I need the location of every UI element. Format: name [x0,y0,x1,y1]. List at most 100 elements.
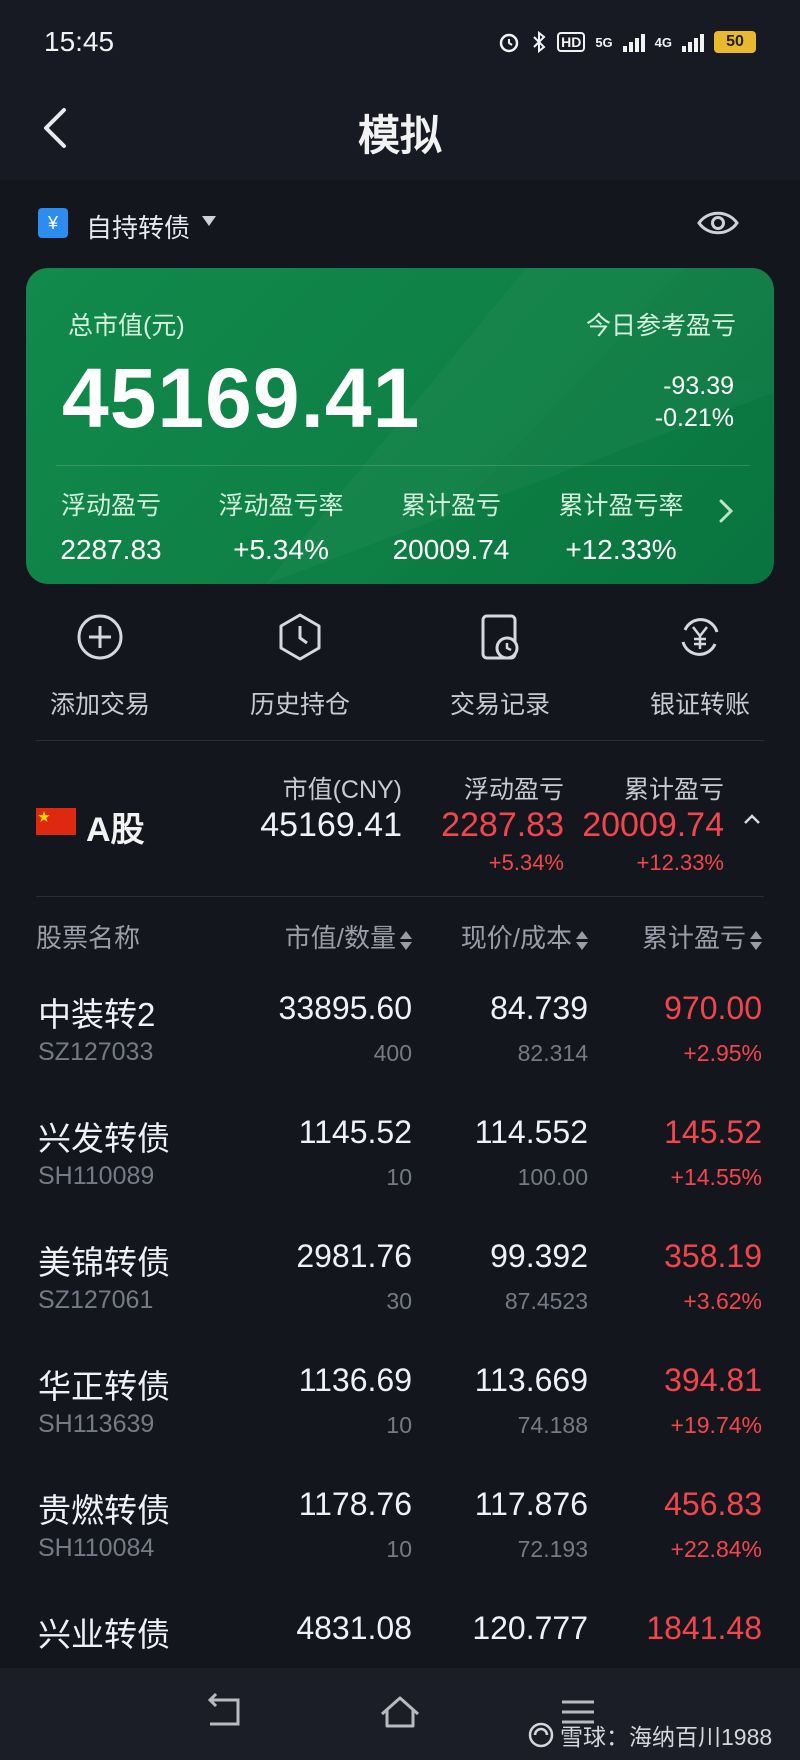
yuan-account-icon[interactable]: ¥ [38,208,68,238]
total-value: 45169.41 [62,351,421,445]
plus-circle-icon [77,614,123,660]
current-price: 113.669 [474,1362,588,1398]
bond-code: SZ127033 [38,1038,154,1066]
sort-icon [400,930,412,950]
table-row[interactable]: 美锦转债 SZ127061 2981.76 30 99.392 87.4523 … [0,1236,800,1360]
caret-down-icon[interactable] [202,216,216,226]
transfer-yuan-icon [681,618,719,656]
col-header-label: 现价/成本 [460,923,572,953]
market-value: 45169.41 [260,806,402,844]
stat-float-pl-rate: 浮动盈亏率 +5.34% [196,486,366,566]
stat-value: +5.34% [233,534,329,565]
col-header-label: 市值/数量 [284,923,396,953]
action-label: 交易记录 [449,691,550,719]
current-price: 99.392 [490,1238,588,1274]
cum-pl: 456.83 [664,1486,762,1522]
section-divider [36,896,764,897]
bank-transfer-button[interactable]: 银证转账 [610,612,790,721]
cost: 82.314 [517,1040,588,1066]
cum-pl: 970.00 [664,990,762,1026]
bond-code: SZ127061 [38,1286,154,1314]
eye-icon[interactable] [696,206,740,240]
table-row[interactable]: 贵燃转债 SH110084 1178.76 10 117.876 72.193 … [0,1484,800,1608]
signal-icon-2 [682,32,704,52]
section-divider [36,740,764,741]
market-value: 1136.69 [298,1362,412,1398]
stat-value: 2287.83 [60,534,162,565]
account-selector[interactable]: 自持转债 [86,208,190,245]
quantity: 30 [386,1288,412,1314]
bond-code: SH113639 [38,1410,155,1438]
history-holdings-button[interactable]: 历史持仓 [210,612,390,721]
chevron-right-icon[interactable] [716,496,736,526]
cum-pl-pct: +19.74% [670,1412,762,1438]
cum-pl-pct: +2.95% [683,1040,762,1066]
table-row[interactable]: 中装转2 SZ127033 33895.60 400 84.739 82.314… [0,988,800,1112]
stat-cum-pl: 累计盈亏 20009.74 [366,486,536,566]
stat-cum-pl-rate: 累计盈亏率 +12.33% [536,486,706,566]
float-pl-value: 2287.83 [441,806,564,844]
cum-pl-pct: +12.33% [636,850,724,875]
float-pl-pct: +5.34% [488,850,564,875]
bond-name: 华正转债 [38,1368,170,1405]
stat-label: 累计盈亏 [400,492,501,520]
quantity: 10 [386,1164,412,1190]
cost: 74.188 [517,1412,588,1438]
cum-pl: 358.19 [664,1238,762,1274]
stat-label: 浮动盈亏率 [218,492,344,520]
home-icon[interactable] [378,1692,422,1732]
bond-name: 美锦转债 [38,1244,170,1281]
bond-code: SH110089 [38,1162,155,1190]
today-pl-amount: -93.39 [663,372,734,400]
trade-records-button[interactable]: 交易记录 [410,612,590,721]
clock-hexagon-icon [279,613,321,661]
document-clock-icon [481,614,519,660]
status-time: 15:45 [44,26,115,57]
bond-name: 贵燃转债 [38,1492,170,1529]
cum-pl: 1841.48 [646,1610,762,1646]
card-divider [56,465,750,466]
bond-code: SH110084 [38,1534,155,1562]
cum-pl: 145.52 [664,1114,762,1150]
cum-pl-pct: +22.84% [670,1536,762,1562]
table-row[interactable]: 华正转债 SH113639 1136.69 10 113.669 74.188 … [0,1360,800,1484]
col-header-mv-qty[interactable]: 市值/数量 [285,918,412,955]
action-label: 添加交易 [49,691,150,719]
col-header-cum-pl[interactable]: 累计盈亏 [642,918,762,955]
page-title: 模拟 [357,112,442,159]
cost: 87.4523 [504,1288,588,1314]
table-row[interactable]: 兴发转债 SH110089 1145.52 10 114.552 100.00 … [0,1112,800,1236]
market-value: 1178.76 [298,1486,412,1522]
col-header-label: 累计盈亏 [641,923,746,953]
cost: 72.193 [517,1536,588,1562]
market-label[interactable]: A股 [86,802,145,851]
current-price: 117.876 [474,1486,588,1522]
status-icons: HD 5G 4G 50 [497,30,756,54]
alarm-icon [499,33,519,53]
today-pl-label: 今日参考盈亏 [585,312,736,340]
col-header-name: 股票名称 [36,923,141,953]
bond-name: 中装转2 [38,996,156,1033]
back-gesture-icon[interactable] [202,1692,246,1732]
action-label: 历史持仓 [249,691,350,719]
current-price: 84.739 [490,990,588,1026]
add-trade-button[interactable]: 添加交易 [10,612,190,721]
sort-icon [750,930,762,950]
today-pl-pct: -0.21% [654,404,734,432]
quantity: 10 [386,1412,412,1438]
col-header-price-cost[interactable]: 现价/成本 [461,918,588,955]
market-value: 1145.52 [298,1114,412,1150]
bond-name: 兴业转债 [38,1616,170,1653]
xueqiu-logo-icon [528,1722,554,1748]
watermark-text: 雪球：海纳百川1988 [560,1724,773,1750]
quantity: 400 [373,1040,412,1066]
cum-pl-header: 累计盈亏 [623,776,724,804]
bluetooth-icon [533,30,546,54]
action-label: 银证转账 [649,691,750,719]
cost: 100.00 [517,1164,588,1190]
stat-label: 累计盈亏率 [558,492,684,520]
stat-value: 20009.74 [392,534,510,565]
chevron-up-icon[interactable] [742,812,762,826]
sort-icon [576,930,588,950]
china-flag-icon [36,808,76,835]
